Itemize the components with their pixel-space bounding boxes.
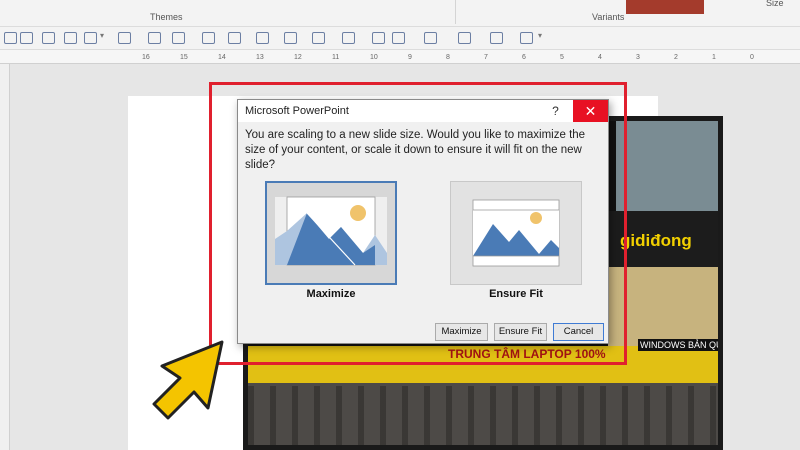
horizontal-ruler: 16 15 14 13 12 11 10 9 8 7 6 5 4 3 2 1 0 <box>0 50 800 64</box>
ruler-tick: 5 <box>560 54 564 61</box>
ruler-tick: 2 <box>674 54 678 61</box>
font-color-icon[interactable] <box>172 32 185 44</box>
layout-icon[interactable] <box>20 32 33 44</box>
text-color-icon[interactable] <box>118 32 131 44</box>
reset-icon[interactable] <box>42 32 55 44</box>
ribbon: Themes Variants Size <box>0 0 800 26</box>
group-icon[interactable] <box>392 32 405 44</box>
pen-icon[interactable] <box>202 32 215 44</box>
dialog-titlebar: Microsoft PowerPoint ? ✕ <box>238 100 608 122</box>
ruler-tick: 10 <box>370 54 378 61</box>
ruler-tick: 16 <box>142 54 150 61</box>
scale-dialog: Microsoft PowerPoint ? ✕ You are scaling… <box>237 99 609 344</box>
arrange-icon[interactable] <box>342 32 355 44</box>
line-spacing-icon[interactable] <box>520 32 533 44</box>
variant-swatch[interactable] <box>626 0 704 14</box>
vertical-ruler <box>0 64 10 450</box>
ruler-tick: 4 <box>598 54 602 61</box>
pen-icon[interactable] <box>312 32 325 44</box>
ruler-tick: 9 <box>408 54 412 61</box>
ensure-fit-preview-icon <box>451 182 581 284</box>
ensure-fit-button[interactable]: Ensure Fit <box>494 323 547 341</box>
ruler-tick: 13 <box>256 54 264 61</box>
image-icon[interactable] <box>64 32 77 44</box>
help-button[interactable]: ? <box>538 100 573 122</box>
align-icon[interactable] <box>372 32 385 44</box>
chevron-down-icon[interactable]: ▾ <box>100 31 104 40</box>
ruler-tick: 11 <box>332 54 340 61</box>
ruler-tick: 12 <box>294 54 302 61</box>
ruler-tick: 7 <box>484 54 488 61</box>
maximize-button[interactable]: Maximize <box>435 323 488 341</box>
variants-group-label: Variants <box>592 12 625 22</box>
ruler-tick: 14 <box>218 54 226 61</box>
distribute-icon[interactable] <box>458 32 471 44</box>
ruler-tick: 6 <box>522 54 526 61</box>
dialog-title: Microsoft PowerPoint <box>245 105 349 117</box>
close-button[interactable]: ✕ <box>573 100 608 122</box>
size-label: Size <box>766 0 784 8</box>
dialog-message: You are scaling to a new slide size. Wou… <box>245 129 586 171</box>
chevron-down-icon[interactable]: ▾ <box>538 31 542 40</box>
ensure-fit-option[interactable] <box>450 181 582 285</box>
picture-icon[interactable] <box>84 32 97 44</box>
outline-icon[interactable] <box>284 32 297 44</box>
maximize-option[interactable] <box>265 181 397 285</box>
cancel-button[interactable]: Cancel <box>553 323 604 341</box>
fill-color-icon[interactable] <box>228 32 241 44</box>
pointer-arrow-icon <box>152 340 224 420</box>
photo-sign-text: WINDOWS BẢN QU <box>638 339 723 351</box>
ruler-tick: 1 <box>712 54 716 61</box>
maximize-preview-icon <box>267 183 395 283</box>
shape-icon[interactable] <box>4 32 17 44</box>
ensure-fit-option-label: Ensure Fit <box>489 288 543 300</box>
photo-motorbikes <box>248 386 718 445</box>
spacing-icon[interactable] <box>424 32 437 44</box>
ruler-tick: 3 <box>636 54 640 61</box>
ruler-tick: 15 <box>180 54 188 61</box>
ribbon-divider <box>455 0 456 24</box>
pen-icon[interactable] <box>256 32 269 44</box>
text-direction-icon[interactable] <box>490 32 503 44</box>
ruler-tick: 8 <box>446 54 450 61</box>
toolbar: ▾ ▾ <box>0 26 800 50</box>
ruler-tick: 0 <box>750 54 754 61</box>
maximize-option-label: Maximize <box>306 288 356 300</box>
pen-icon[interactable] <box>148 32 161 44</box>
themes-group-label: Themes <box>150 12 183 22</box>
photo-brand-text: gidiđong <box>620 231 692 250</box>
